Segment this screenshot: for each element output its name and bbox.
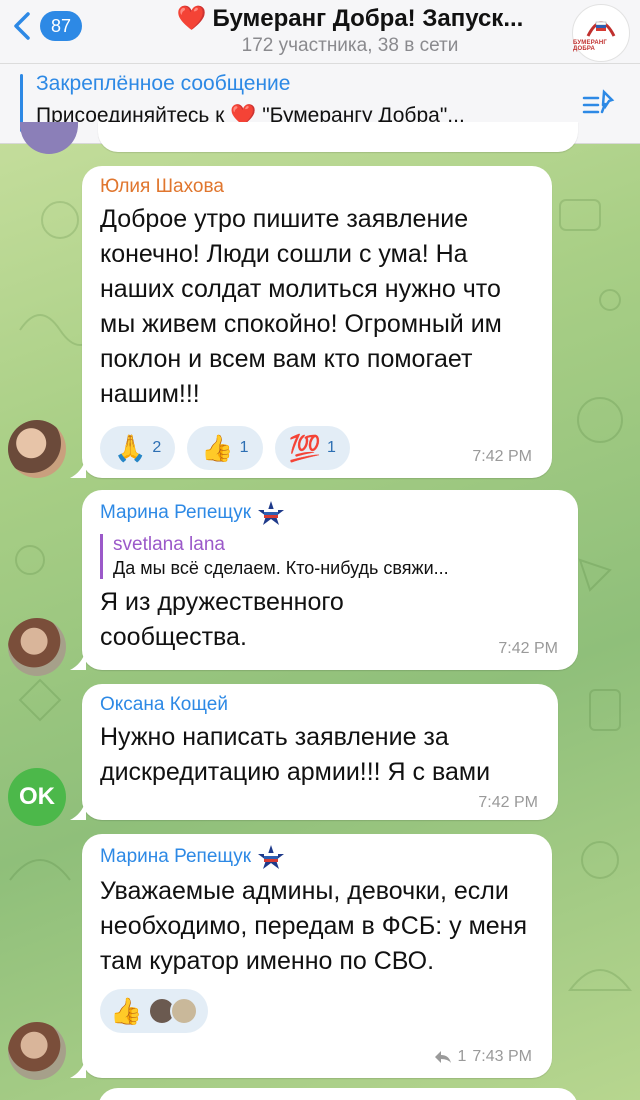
bubble-tail [70, 650, 86, 670]
flag-star-icon [258, 845, 285, 869]
bubble-tail [70, 458, 86, 478]
reply-text: Да мы всё сделаем. Кто-нибудь свяжи... [113, 558, 449, 578]
message-time: 7:43 PM [472, 1048, 532, 1065]
reply-author: svetlana lana [113, 534, 225, 555]
unread-count-badge: 87 [40, 11, 83, 41]
sender-name[interactable]: Марина Репещук [100, 844, 534, 870]
message-time: 7:42 PM [472, 448, 532, 465]
avatar-initials: OK [19, 783, 55, 810]
message-bubble[interactable]: Юлия Шахова Доброе утро пишите заявление… [82, 166, 552, 478]
sender-name-text: Марина Репещук [100, 846, 252, 867]
message-time: 7:42 PM [498, 640, 558, 657]
reply-quote[interactable]: svetlana lana Да мы всё сделаем. Кто-ниб… [100, 534, 560, 579]
message-text: Нужно написать заявление за дискредитаци… [100, 723, 491, 786]
reaction-hundred[interactable]: 💯 1 [274, 426, 350, 470]
avatar[interactable] [8, 420, 66, 478]
message-text: Доброе утро пишите заявление конечно! Лю… [100, 205, 502, 408]
sender-name-text: Оксана Кощей [100, 694, 228, 715]
bubble-tail [70, 1058, 86, 1078]
heart-icon: ❤️ [176, 5, 207, 32]
pray-icon: 🙏 [114, 433, 147, 463]
partial-message-bubble[interactable] [98, 122, 578, 152]
chevron-left-icon [14, 12, 30, 40]
message-text: Я из дружественного сообщества. [100, 588, 344, 651]
message-time: 7:42 PM [478, 794, 538, 811]
hundred-points-icon: 💯 [288, 433, 321, 463]
reaction-thumbs-up[interactable]: 👍 [100, 989, 209, 1033]
sender-name-text: Юлия Шахова [100, 176, 224, 197]
message-bubble[interactable]: Марина Репещук Уважаемые админы, девочки… [82, 834, 552, 1078]
message-bubble[interactable]: Марина Репещук svetlana lana Да мы всё с… [82, 490, 578, 670]
chat-subtitle: 172 участника, 38 в сети [241, 35, 459, 56]
sender-name[interactable]: Юлия Шахова [100, 176, 534, 198]
group-avatar[interactable]: БУМЕРАНГ ДОБРА [572, 4, 630, 62]
message-meta: 1 7:43 PM [434, 1048, 532, 1066]
thumbs-up-icon: 👍 [201, 433, 234, 463]
boomerang-logo-icon [586, 21, 616, 37]
avatar[interactable] [8, 1022, 66, 1080]
sender-name-text: Марина Репещук [100, 502, 252, 523]
reactor-avatar [170, 997, 199, 1025]
reaction-count: 1 [239, 439, 249, 456]
pinned-title: Закреплённое сообщение [36, 72, 291, 95]
flag-star-icon [258, 501, 285, 525]
chat-title-text: Бумеранг Добра! Запуск... [212, 4, 524, 32]
chat-header: 87 ❤️ Бумеранг Добра! Запуск... 172 учас… [0, 0, 640, 64]
group-avatar-text: БУМЕРАНГ ДОБРА [573, 40, 608, 52]
reaction-thumbs-up[interactable]: 👍 1 [187, 426, 263, 470]
reaction-count: 2 [152, 439, 162, 456]
avatar[interactable] [8, 618, 66, 676]
message-text: Уважаемые админы, девочки, если необходи… [100, 877, 528, 975]
bubble-tail [70, 800, 86, 820]
sender-name[interactable]: Марина Репещук [100, 500, 560, 526]
reactions: 👍 [100, 989, 534, 1033]
back-button[interactable]: 87 [8, 8, 83, 44]
reaction-count: 1 [326, 439, 336, 456]
message-bubble[interactable]: Оксана Кощей Нужно написать заявление за… [82, 684, 558, 820]
sender-name[interactable]: Оксана Кощей [100, 694, 540, 716]
pinned-list-icon[interactable] [580, 86, 616, 122]
chat-title-area[interactable]: ❤️ Бумеранг Добра! Запуск... 172 участни… [140, 4, 560, 57]
reply-arrow-icon [434, 1051, 451, 1063]
thumbs-up-icon: 👍 [110, 996, 143, 1026]
chat-title: ❤️ Бумеранг Добра! Запуск... [177, 4, 524, 33]
reactions: 🙏 2 👍 1 💯 1 [100, 426, 534, 470]
avatar[interactable] [20, 122, 78, 154]
reaction-pray[interactable]: 🙏 2 [100, 426, 176, 470]
avatar[interactable]: OK [8, 768, 66, 826]
replies-count: 1 [457, 1048, 467, 1065]
partial-message-bubble[interactable] [98, 1088, 578, 1100]
